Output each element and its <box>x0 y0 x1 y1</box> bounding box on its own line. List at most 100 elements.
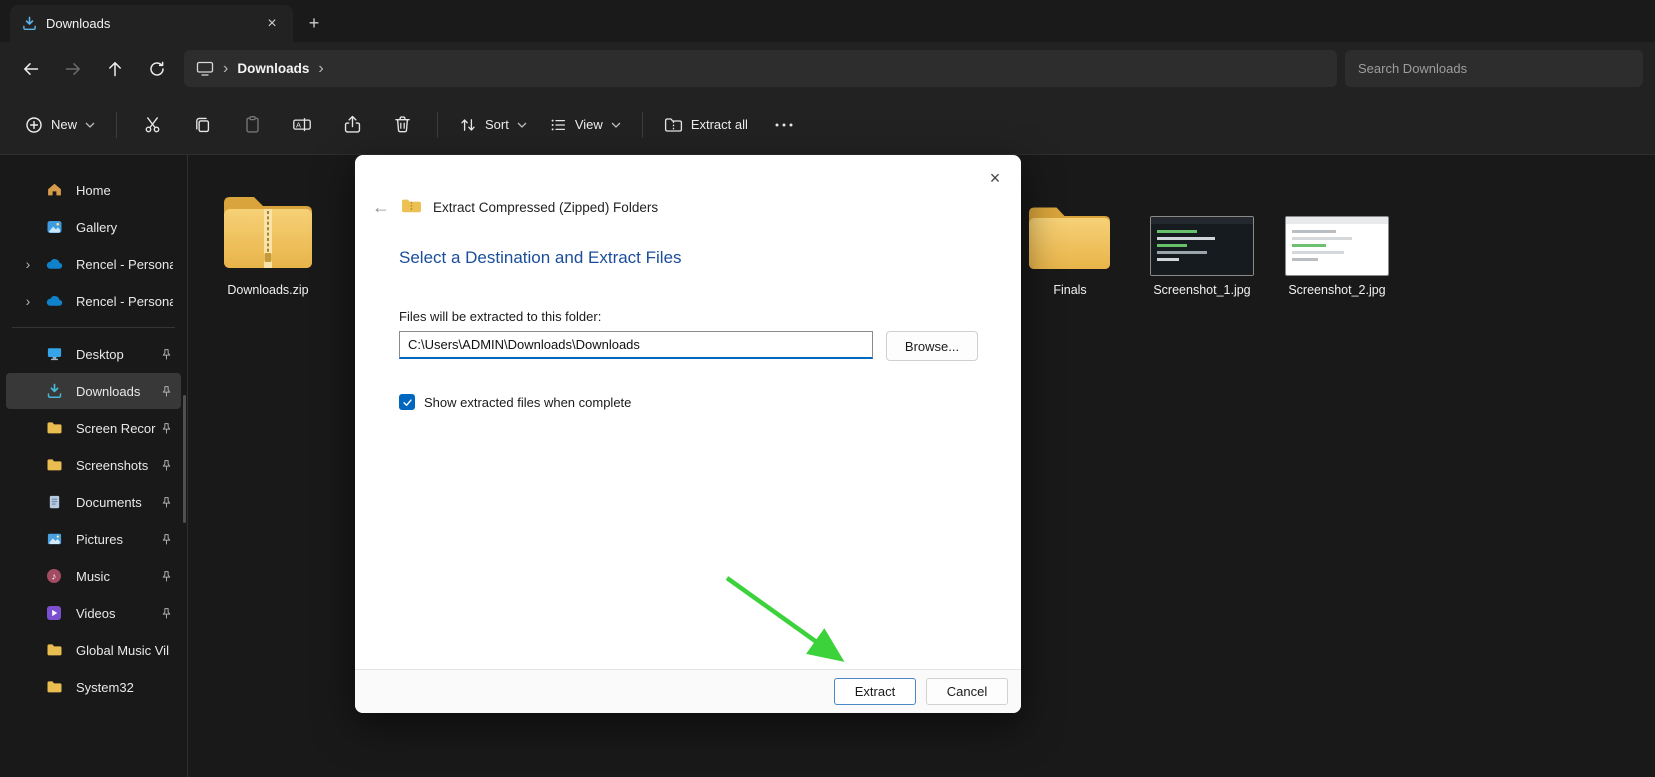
zip-folder-icon <box>401 197 422 217</box>
sidebar-item-label: Desktop <box>76 346 124 362</box>
onedrive-icon <box>44 295 64 307</box>
forward-button[interactable] <box>52 51 94 87</box>
breadcrumb-chevron-icon: › <box>223 59 229 77</box>
extract-all-button[interactable]: Extract all <box>653 105 759 145</box>
share-button[interactable] <box>327 105 377 145</box>
dialog-back-icon[interactable]: ← <box>372 198 390 216</box>
sidebar-item-screen-recordings[interactable]: Screen Recor <box>6 410 181 446</box>
this-pc-icon <box>196 60 214 77</box>
titlebar: Downloads × + <box>0 0 1655 42</box>
sidebar-item-label: Downloads <box>76 383 141 399</box>
sidebar-item-system32[interactable]: System32 <box>6 669 181 705</box>
expand-chevron-icon[interactable]: › <box>16 256 40 272</box>
sidebar-item-videos[interactable]: Videos <box>6 595 181 631</box>
file-screenshot-1[interactable]: Screenshot_1.jpg <box>1137 165 1267 297</box>
documents-icon <box>44 494 64 510</box>
sidebar-item-documents[interactable]: Documents <box>6 484 181 520</box>
show-extracted-checkbox[interactable] <box>399 394 415 410</box>
view-button[interactable]: View <box>538 105 632 145</box>
tab-close-button[interactable]: × <box>259 12 285 36</box>
sort-icon <box>459 116 477 134</box>
search-input[interactable] <box>1358 61 1630 76</box>
sort-button[interactable]: Sort <box>448 105 538 145</box>
sidebar-item-onedrive-1[interactable]: › Rencel - Persona <box>6 246 181 282</box>
navigation-bar: › Downloads › <box>0 42 1655 95</box>
sidebar-item-onedrive-2[interactable]: › Rencel - Persona <box>6 283 181 319</box>
browse-button[interactable]: Browse... <box>886 331 978 361</box>
file-name: Screenshot_1.jpg <box>1153 283 1251 297</box>
sidebar-item-home[interactable]: Home <box>6 172 181 208</box>
downloads-icon <box>44 383 64 399</box>
show-extracted-label[interactable]: Show extracted files when complete <box>424 395 631 410</box>
see-more-button[interactable] <box>759 105 809 145</box>
navigation-pane: Home Gallery › Rencel - Persona › Rencel… <box>0 155 188 777</box>
toolbar-divider <box>116 111 118 138</box>
new-tab-button[interactable]: + <box>299 9 329 37</box>
sidebar-item-desktop[interactable]: Desktop <box>6 336 181 372</box>
folder-icon <box>44 421 64 435</box>
toolbar-divider <box>437 111 439 138</box>
extract-dialog: × ← Extract Compressed (Zipped) Folders … <box>355 155 1021 713</box>
dialog-heading: Select a Destination and Extract Files <box>399 248 682 267</box>
back-button[interactable] <box>10 51 52 87</box>
file-finals[interactable]: Finals <box>1015 165 1125 297</box>
screenshot-thumbnail <box>1150 216 1254 276</box>
copy-button[interactable] <box>177 105 227 145</box>
up-button[interactable] <box>94 51 136 87</box>
svg-text:A: A <box>296 120 301 129</box>
destination-path-input[interactable] <box>399 331 873 359</box>
sidebar-item-music[interactable]: ♪ Music <box>6 558 181 594</box>
new-button-label: New <box>51 117 78 132</box>
new-button[interactable]: New <box>14 105 106 145</box>
explorer-tab[interactable]: Downloads × <box>10 5 293 42</box>
sidebar-scrollbar[interactable] <box>183 395 186 523</box>
music-icon: ♪ <box>44 568 64 584</box>
sidebar-item-label: Home <box>76 182 111 198</box>
downloads-tab-icon <box>22 16 37 31</box>
videos-icon <box>44 605 64 621</box>
sidebar-item-pictures[interactable]: Pictures <box>6 521 181 557</box>
zip-folder-icon <box>219 189 317 276</box>
file-name: Finals <box>1053 283 1087 297</box>
address-bar[interactable]: › Downloads › <box>184 50 1337 87</box>
sidebar-divider <box>12 327 175 328</box>
file-screenshot-2[interactable]: Screenshot_2.jpg <box>1272 165 1402 297</box>
cancel-button[interactable]: Cancel <box>926 678 1008 705</box>
home-icon <box>44 182 64 198</box>
folder-icon <box>44 643 64 657</box>
sidebar-item-label: Screenshots <box>76 457 149 473</box>
view-icon <box>549 116 567 134</box>
desktop-icon <box>44 346 64 362</box>
file-downloads-zip[interactable]: Downloads.zip <box>206 165 330 297</box>
folder-icon <box>44 680 64 694</box>
pin-icon <box>160 533 173 546</box>
cut-button[interactable] <box>127 105 177 145</box>
breadcrumb-downloads[interactable]: Downloads <box>237 61 309 76</box>
expand-chevron-icon[interactable]: › <box>16 293 40 309</box>
file-name: Screenshot_2.jpg <box>1288 283 1386 297</box>
search-box[interactable] <box>1345 50 1643 87</box>
sidebar-item-gallery[interactable]: Gallery <box>6 209 181 245</box>
chevron-down-icon <box>85 122 95 128</box>
sidebar-item-screenshots[interactable]: Screenshots <box>6 447 181 483</box>
refresh-button[interactable] <box>136 51 178 87</box>
sidebar-item-downloads[interactable]: Downloads <box>6 373 181 409</box>
destination-label: Files will be extracted to this folder: <box>399 309 602 324</box>
plus-circle-icon <box>25 116 43 134</box>
folder-icon <box>1025 201 1115 276</box>
pin-icon <box>160 348 173 361</box>
rename-button[interactable]: A <box>277 105 327 145</box>
sidebar-item-global-music[interactable]: Global Music Vil <box>6 632 181 668</box>
gallery-icon <box>44 219 64 235</box>
delete-button[interactable] <box>377 105 427 145</box>
view-button-label: View <box>574 117 603 132</box>
pin-icon <box>160 607 173 620</box>
pin-icon <box>160 570 173 583</box>
toolbar-divider <box>641 111 643 138</box>
sidebar-item-label: Gallery <box>76 219 118 235</box>
dialog-close-button[interactable]: × <box>979 163 1011 193</box>
file-name: Downloads.zip <box>227 283 309 297</box>
breadcrumb-chevron-icon[interactable]: › <box>318 60 323 77</box>
extract-button[interactable]: Extract <box>834 678 916 705</box>
paste-button[interactable] <box>227 105 277 145</box>
